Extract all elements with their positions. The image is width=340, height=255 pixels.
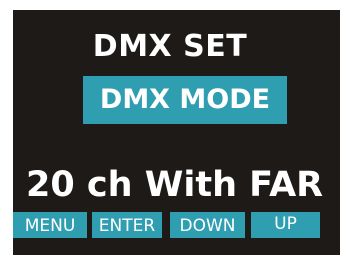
screen-title: DMX SET bbox=[92, 29, 248, 64]
enter-button[interactable]: ENTER bbox=[92, 212, 162, 238]
current-value: 20 ch With FAR bbox=[26, 165, 324, 205]
down-button[interactable]: DOWN bbox=[170, 212, 245, 238]
menu-button[interactable]: MENU bbox=[13, 212, 87, 238]
selected-menu-item[interactable]: DMX MODE bbox=[83, 76, 287, 124]
device-screen: DMX SET DMX MODE 20 ch With FAR MENU ENT… bbox=[0, 0, 340, 255]
up-button[interactable]: UP bbox=[251, 212, 320, 238]
